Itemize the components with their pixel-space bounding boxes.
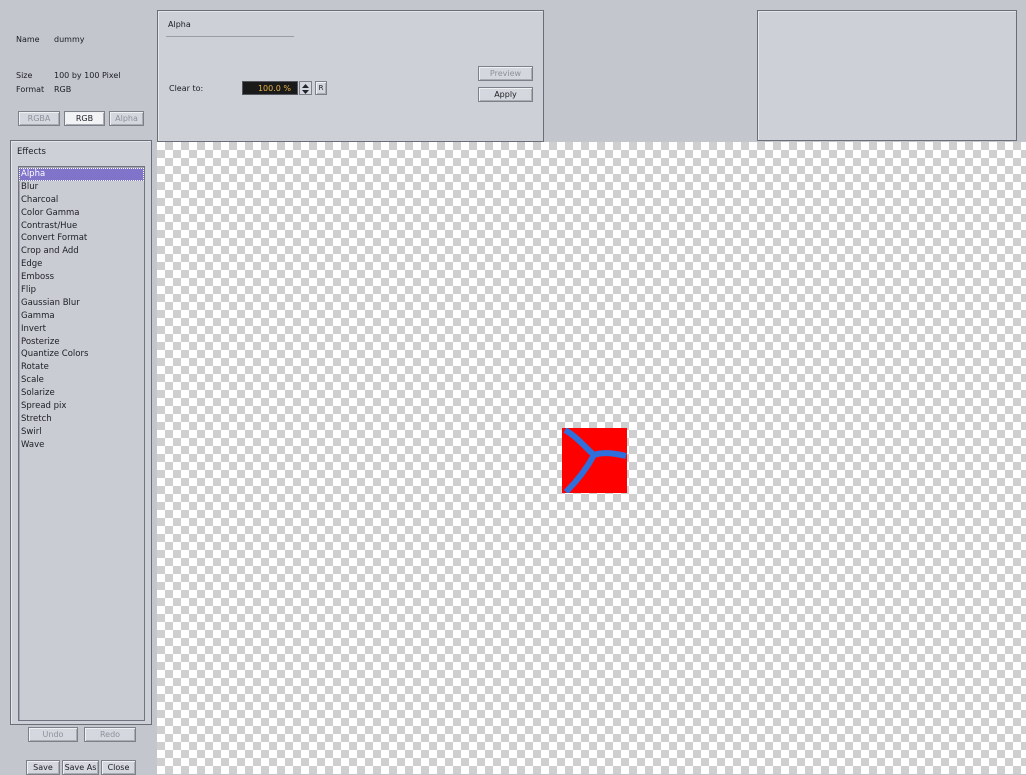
preview-button[interactable]: Preview (478, 66, 533, 81)
tab-rgb[interactable]: RGB (64, 111, 105, 126)
effects-list-item[interactable]: Swirl (19, 426, 144, 439)
effects-list-item[interactable]: Gaussian Blur (19, 297, 144, 310)
effects-list-box[interactable]: Alpha Blur Charcoal Color Gamma Contrast/Hue… (18, 166, 145, 721)
spin-down-icon[interactable] (300, 88, 311, 94)
effects-list-item[interactable]: Flip (19, 284, 144, 297)
effects-panel: Effects Alpha Blur Charcoal Color Gamma Cont… (10, 140, 152, 725)
effects-list-item[interactable]: Alpha (19, 168, 144, 181)
clear-to-label: Clear to: (169, 84, 204, 93)
effects-list-item[interactable]: Blur (19, 181, 144, 194)
effects-list-item[interactable]: Stretch (19, 413, 144, 426)
effects-list-item[interactable]: Spread pix (19, 400, 144, 413)
image-preview (562, 428, 627, 493)
apply-button[interactable]: Apply (478, 87, 533, 102)
title-divider (166, 36, 294, 37)
format-value: RGB (54, 85, 72, 94)
image-canvas[interactable] (157, 142, 1026, 774)
name-value: dummy (54, 35, 85, 44)
size-value: 100 by 100 Pixel (54, 71, 121, 80)
save-as-button[interactable]: Save As (62, 760, 99, 775)
reset-button[interactable]: R (315, 81, 327, 95)
tab-alpha[interactable]: Alpha (109, 111, 144, 126)
effects-list-item[interactable]: Contrast/Hue (19, 220, 144, 233)
preview-panel (757, 10, 1017, 141)
effects-list-item[interactable]: Rotate (19, 361, 144, 374)
spin-buttons (299, 81, 312, 95)
effects-title: Effects (17, 147, 46, 157)
effects-list-item[interactable]: Charcoal (19, 194, 144, 207)
save-button[interactable]: Save (26, 760, 60, 775)
effects-list: Alpha Blur Charcoal Color Gamma Contrast/Hue… (19, 167, 144, 452)
effects-list-item[interactable]: Color Gamma (19, 207, 144, 220)
effects-list-item[interactable]: Gamma (19, 310, 144, 323)
close-button[interactable]: Close (101, 760, 136, 775)
effects-list-item[interactable]: Wave (19, 439, 144, 452)
effects-list-item[interactable]: Crop and Add (19, 245, 144, 258)
effects-list-item[interactable]: Scale (19, 374, 144, 387)
effect-panel-title: Alpha (168, 20, 191, 29)
effects-list-item[interactable]: Posterize (19, 336, 144, 349)
effects-list-item[interactable]: Convert Format (19, 232, 144, 245)
redo-button[interactable]: Redo (84, 727, 136, 742)
effects-list-item[interactable]: Invert (19, 323, 144, 336)
name-label: Name (16, 35, 40, 44)
format-label: Format (16, 85, 45, 94)
effects-list-item[interactable]: Emboss (19, 271, 144, 284)
effects-list-item[interactable]: Quantize Colors (19, 348, 144, 361)
effects-list-item[interactable]: Edge (19, 258, 144, 271)
undo-button[interactable]: Undo (28, 727, 78, 742)
size-label: Size (16, 71, 33, 80)
effects-list-item[interactable]: Solarize (19, 387, 144, 400)
clear-to-field[interactable]: 100.0 % (242, 81, 298, 95)
tab-rgba[interactable]: RGBA (18, 111, 60, 126)
effect-options-panel: Alpha Clear to: 100.0 % R Preview Apply (157, 10, 544, 142)
